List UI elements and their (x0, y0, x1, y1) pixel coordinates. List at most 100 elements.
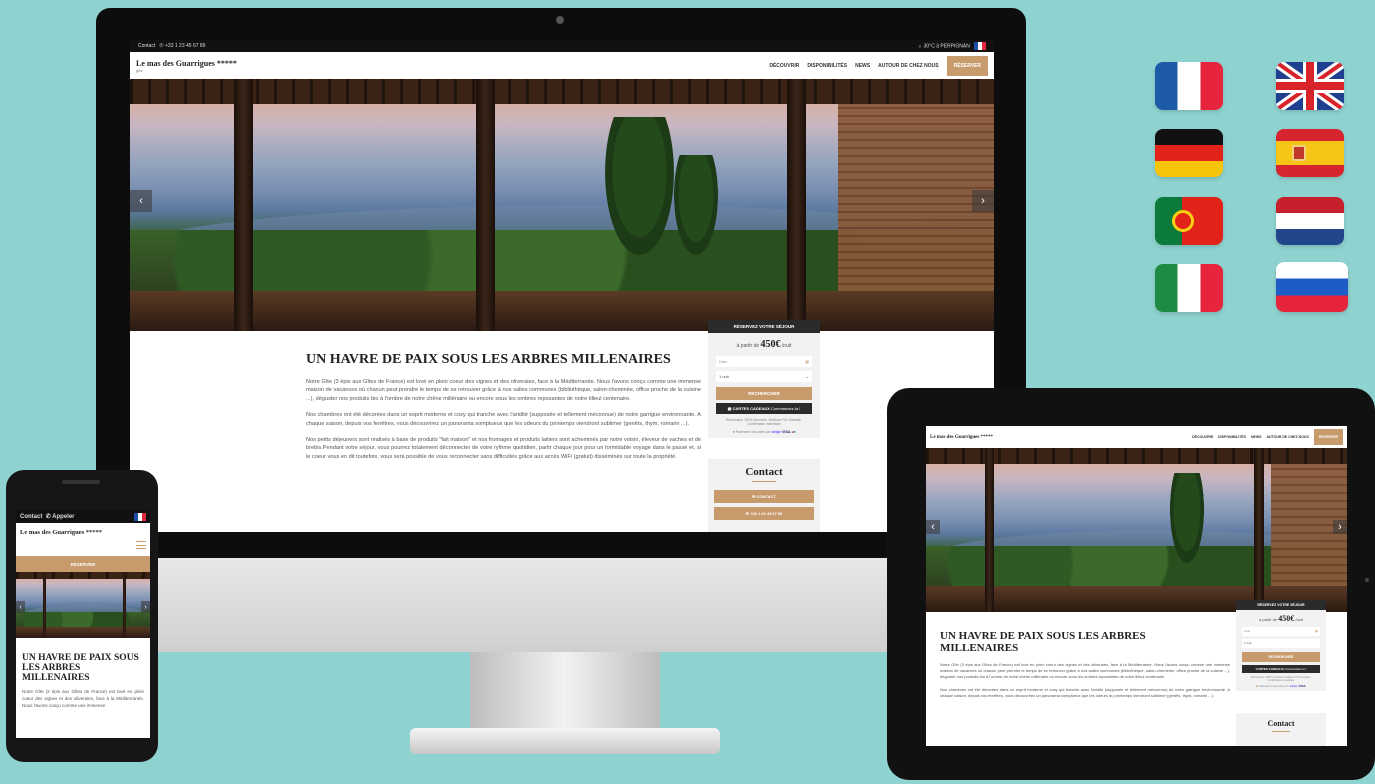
tablet-booking-header: RÉSERVEZ VOTRE SÉJOUR (1236, 600, 1326, 610)
tablet-nights-select[interactable]: 1 nuit (1242, 639, 1320, 648)
flag-germany-icon[interactable] (1155, 129, 1223, 177)
secure-note: Réservation 100% sécurisée, Meilleure Pr… (726, 418, 802, 427)
tablet-nav-news[interactable]: NEWS (1251, 435, 1262, 439)
site-logo[interactable]: Le mas des Guarrigues ***** (136, 59, 237, 68)
flag-spain-icon[interactable] (1276, 129, 1344, 177)
gift-card-label: CARTES CADEAUX (732, 406, 770, 411)
phone-reserve-button[interactable]: RÉSERVER (16, 556, 150, 573)
tablet-paragraph: Nos chambres ont été décorées dans un es… (940, 686, 1230, 698)
slider-prev-button[interactable]: ‹ (130, 189, 152, 212)
phone-page-title: UN HAVRE DE PAIX SOUS LES ARBRES MILLENA… (22, 653, 139, 683)
tablet-gift-card-label: CARTES CADEAUX (1255, 667, 1284, 671)
article: UN HAVRE DE PAIX SOUS LES ARBRES MILLENA… (306, 352, 701, 461)
tablet-payment-row: ■ Paiement sécurisé par stripe VISA (1236, 684, 1326, 691)
tablet-paragraph: Notre Gîte (3 épis aux Gîtes de France) … (940, 662, 1230, 680)
tablet-price: 450€ (1278, 614, 1295, 623)
phone-slider-next[interactable]: › (141, 601, 150, 614)
nights-value: 1 nuit (719, 374, 729, 379)
lock-icon: ■ (1256, 684, 1259, 688)
navbar: Le mas des Guarrigues ***** gîte DÉCOUVR… (130, 52, 994, 79)
contact-widget: Contact ✉ CONTACT ✆ +33 1 23 45 67 89 (708, 459, 820, 532)
phone-screen: Contact ✆ Appeler Le mas des Guarrigues … (16, 510, 150, 738)
tablet-visa-logo: VISA (1298, 684, 1306, 688)
phone-article: UN HAVRE DE PAIX SOUS LES ARBRES MILLENA… (22, 653, 144, 710)
gift-card-sub: Commandez-la ! (771, 406, 801, 411)
webcam-icon (556, 16, 564, 24)
stripe-logo: stripe (771, 429, 782, 434)
visa-logo: VISA (782, 429, 791, 434)
flag-netherlands-icon[interactable] (1276, 197, 1344, 245)
flag-italy-icon[interactable] (1155, 264, 1223, 312)
calendar-icon: ▦ (805, 359, 809, 364)
nav-item-disponibilites[interactable]: DISPONIBILITÉS (807, 63, 847, 69)
weather-icon: ☼ (917, 43, 923, 50)
phone-icon: ✆ (159, 43, 164, 49)
phone-link[interactable]: +33 1 23 45 67 89 (165, 43, 205, 49)
tablet-page-title: UN HAVRE DE PAIX SOUS LES ARBRES MILLENA… (940, 630, 1146, 654)
flag-united-kingdom-icon[interactable] (1276, 62, 1344, 110)
desktop-screen: Contact ✆ +33 1 23 45 67 89 ☼ 30°C à PER… (130, 40, 994, 532)
article-paragraph: Notre Gîte (3 épis aux Gîtes de France) … (306, 379, 701, 402)
lock-icon: ■ (732, 429, 735, 434)
weather-text: 30°C à PERPIGNAN (923, 43, 970, 50)
phone-language-flag-icon[interactable] (134, 512, 146, 521)
tablet-logo[interactable]: Le mas des Guarrigues ***** (930, 435, 993, 440)
calendar-icon: ▦ (1315, 629, 1318, 633)
logo-subtitle: gîte (136, 67, 143, 73)
hamburger-menu-icon[interactable] (136, 540, 146, 549)
phone-slider-prev[interactable]: ‹ (16, 601, 25, 614)
tablet-contact-title: Contact (1267, 719, 1295, 728)
nav-item-news[interactable]: NEWS (855, 63, 870, 69)
monitor-base (410, 728, 720, 754)
tablet-nights-value: 1 nuit (1244, 641, 1252, 645)
flag-france-icon[interactable] (1155, 62, 1223, 110)
tablet-date-field[interactable]: Date ▦ (1242, 627, 1320, 636)
nav-item-autour[interactable]: AUTOUR DE CHEZ NOUS (878, 63, 938, 69)
slider-next-button[interactable]: › (972, 189, 994, 212)
flag-portugal-icon[interactable] (1155, 197, 1223, 245)
tablet-gift-card-button[interactable]: CARTES CADEAUX Commandez-la ! (1242, 665, 1320, 673)
tablet-secure-note: Réservation 100% sécurisée, Meilleure Pr… (1251, 676, 1311, 682)
gift-card-button[interactable]: ▣ CARTES CADEAUX Commandez-la ! (716, 403, 812, 414)
phone-paragraph: Notre Gîte (3 épis aux Gîtes de France) … (22, 688, 144, 708)
phone-top-bar: Contact ✆ Appeler (16, 510, 150, 523)
monitor-neck (470, 652, 660, 732)
tablet-article: UN HAVRE DE PAIX SOUS LES ARBRES MILLENA… (940, 630, 1230, 699)
tablet-hero-slider: ‹ › (926, 448, 1347, 612)
tablet-price-prefix: à partir de (1259, 617, 1278, 622)
payment-row: ■ Paiement sécurisé par stripe VISA ●■ (708, 430, 820, 438)
tablet-date-placeholder: Date (1244, 629, 1251, 633)
tablet-search-button[interactable]: RECHERCHER (1242, 652, 1320, 662)
language-flag-icon[interactable] (974, 42, 986, 50)
nav-item-decouvrir[interactable]: DÉCOUVRIR (769, 63, 799, 69)
page-title: UN HAVRE DE PAIX SOUS LES ARBRES MILLENA… (306, 352, 671, 367)
tablet-slider-prev[interactable]: ‹ (926, 520, 940, 535)
phone-call-link[interactable]: Appeler (52, 514, 74, 520)
search-button[interactable]: RECHERCHER (716, 387, 812, 400)
phone-button[interactable]: ✆ +33 1 23 45 67 89 (714, 507, 814, 520)
date-field[interactable]: Date ▦ (716, 356, 812, 367)
tablet-nav-disponibilites[interactable]: DISPONIBILITÉS (1218, 435, 1246, 439)
phone-button-label: +33 1 23 45 67 89 (750, 511, 783, 516)
article-paragraph: Nos chambres ont été décorées dans un es… (306, 412, 701, 427)
phone-logo[interactable]: Le mas des Guarrigues ***** (20, 529, 102, 536)
tablet-nav-autour[interactable]: AUTOUR DE CHEZ NOUS (1266, 435, 1308, 439)
article-paragraph: Nos petits déjeuners sont réalisés à bas… (306, 436, 701, 460)
spain-coat-of-arms-icon (1292, 145, 1306, 161)
reserve-button[interactable]: RÉSERVER (946, 55, 988, 76)
tablet-nav-decouvrir[interactable]: DÉCOUVRIR (1192, 435, 1213, 439)
gift-icon: ▣ (727, 406, 732, 411)
contact-button-label: CONTACT (756, 494, 776, 499)
tablet-reserve-button[interactable]: RÉSERVER (1313, 429, 1343, 445)
tablet-slider-next[interactable]: › (1333, 520, 1347, 535)
date-placeholder: Date (719, 359, 728, 364)
nights-select[interactable]: 1 nuit ⌄ (716, 371, 812, 382)
tablet-screen: Le mas des Guarrigues ***** DÉCOUVRIR DI… (926, 426, 1347, 746)
flag-russia-icon[interactable] (1276, 262, 1348, 312)
booking-header: RÉSERVEZ VOTRE SÉJOUR (708, 320, 820, 333)
contact-button[interactable]: ✉ CONTACT (714, 490, 814, 503)
phone-contact-link[interactable]: Contact (20, 514, 42, 520)
contact-link[interactable]: Contact (138, 43, 155, 49)
top-bar: Contact ✆ +33 1 23 45 67 89 ☼ 30°C à PER… (130, 40, 994, 52)
portugal-emblem-icon (1172, 210, 1194, 232)
